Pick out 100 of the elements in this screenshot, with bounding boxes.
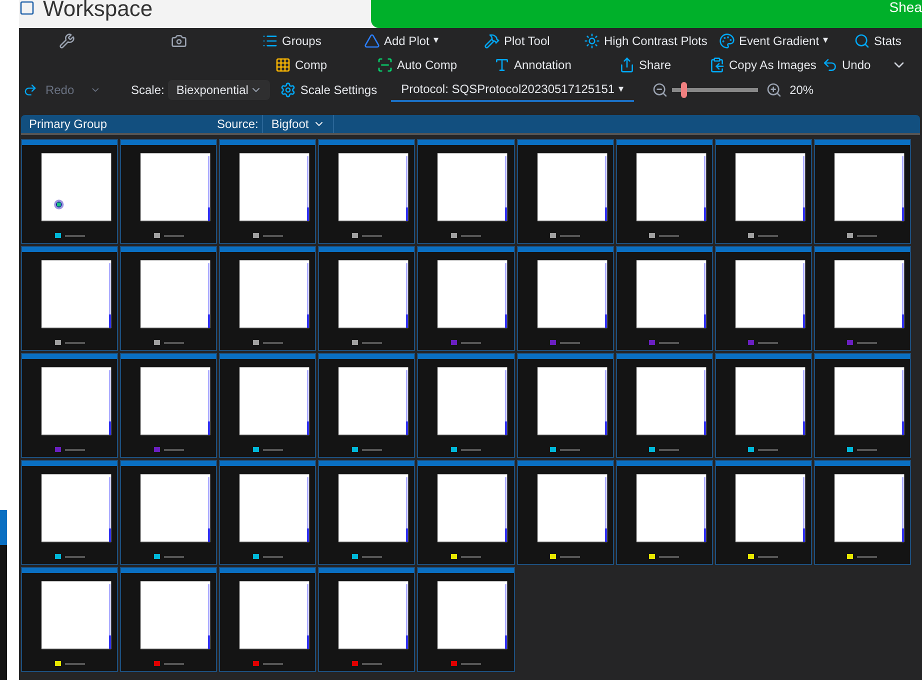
plot-card[interactable] [318, 567, 416, 672]
legend-line [460, 342, 481, 344]
legend-line [262, 448, 283, 450]
legend-line [64, 234, 85, 236]
plot-card[interactable] [516, 139, 614, 244]
plot-card[interactable] [21, 246, 118, 351]
toolbar-button[interactable]: Plot Tool [484, 32, 550, 50]
magnifier-icon [854, 32, 870, 48]
plot-card[interactable] [21, 567, 118, 672]
plot-card[interactable] [318, 139, 416, 244]
legend-line [659, 342, 680, 344]
sun-icon [584, 32, 600, 48]
toolbar-button[interactable]: Add Plot ▾ [364, 32, 438, 50]
legend-line [64, 556, 85, 558]
plot-card[interactable] [120, 246, 218, 351]
legend-line [460, 448, 481, 450]
plot-card[interactable] [814, 353, 911, 458]
plot-card[interactable] [616, 460, 713, 565]
plot-card[interactable] [318, 353, 416, 458]
source-label: Source: [217, 116, 258, 133]
legend-line [164, 448, 184, 450]
plot-card[interactable] [516, 246, 614, 351]
plot-card[interactable] [616, 139, 713, 244]
legend-line [362, 342, 382, 344]
plot-card[interactable] [714, 460, 812, 565]
plot-card[interactable] [616, 353, 713, 458]
scale-label: Scale: [131, 82, 164, 99]
legend-line [262, 342, 283, 344]
window-icon [19, 0, 35, 16]
toolbar-button[interactable]: Copy As Images [709, 56, 816, 74]
plot-card[interactable] [417, 246, 515, 351]
legend-line [362, 448, 382, 450]
zoom-in-icon[interactable] [766, 82, 782, 98]
legend-line [857, 556, 878, 558]
legend-line [560, 234, 580, 236]
slider-thumb[interactable] [681, 82, 688, 98]
zoom-out-icon[interactable] [652, 82, 668, 98]
toolbar-button[interactable]: High Contrast Plots [584, 32, 708, 50]
toolbar-button[interactable]: Groups [262, 32, 322, 50]
plot-card[interactable] [417, 353, 515, 458]
legend-line [262, 556, 283, 558]
legend-line [164, 342, 184, 344]
plot-card[interactable] [417, 567, 515, 672]
plot-card[interactable] [714, 246, 812, 351]
plot-card[interactable] [21, 460, 118, 565]
toolbar-button[interactable]: Stats [854, 32, 902, 50]
legend-line [164, 662, 184, 664]
toolbar-button[interactable]: Event Gradient ▾ [719, 32, 828, 50]
legend-line [857, 342, 878, 344]
legend-line [64, 342, 85, 344]
plot-card[interactable] [814, 460, 911, 565]
toolbar-button[interactable]: Comp [275, 56, 328, 74]
toolbar-button[interactable]: Share [619, 56, 672, 74]
plot-card[interactable] [219, 567, 316, 672]
legend-line [758, 448, 778, 450]
plot-card[interactable] [417, 460, 515, 565]
plot-card[interactable] [417, 139, 515, 244]
plot-card[interactable] [219, 246, 316, 351]
settings-icon [280, 82, 296, 98]
plot-card[interactable] [120, 460, 218, 565]
legend-line [659, 556, 680, 558]
plot-card[interactable] [814, 139, 911, 244]
plot-card[interactable] [516, 353, 614, 458]
palette-icon [719, 32, 735, 48]
group-title: Primary Group [29, 116, 108, 133]
plot-card[interactable] [120, 139, 218, 244]
protocol-dropdown[interactable]: Protocol: SQSProtocol20230517125151 ▾ [391, 78, 634, 102]
plot-card[interactable] [219, 353, 316, 458]
legend-line [857, 448, 878, 450]
plot-card[interactable] [219, 139, 316, 244]
scale-dropdown[interactable]: Biexponential [168, 80, 270, 100]
text-icon [494, 57, 510, 73]
legend-line [460, 556, 481, 558]
plot-card[interactable] [120, 567, 218, 672]
plot-card[interactable] [21, 353, 118, 458]
legend-line [659, 448, 680, 450]
camera-button[interactable] [171, 32, 187, 48]
plot-card[interactable] [21, 139, 118, 244]
plot-card[interactable] [219, 460, 316, 565]
plot-card[interactable] [814, 246, 911, 351]
plot-card[interactable] [318, 460, 416, 565]
plot-card[interactable] [516, 460, 614, 565]
undo-icon [822, 57, 838, 73]
plot-card[interactable] [714, 139, 812, 244]
source-dropdown[interactable]: Bigfoot [262, 115, 334, 133]
tools-button[interactable] [59, 32, 75, 48]
toolbar-button[interactable]: Undo [822, 56, 871, 74]
toolbar-button[interactable]: Auto Comp [377, 56, 458, 74]
legend-line [262, 234, 283, 236]
notification-banner: Shea [371, 0, 922, 28]
tools-icon [59, 32, 75, 48]
legend-line [857, 234, 878, 236]
plot-card[interactable] [120, 353, 218, 458]
plot-card[interactable] [714, 353, 812, 458]
plot-card[interactable] [318, 246, 416, 351]
clipboard-icon [709, 57, 725, 73]
toolbar-button[interactable]: Annotation [494, 56, 572, 74]
scale-settings-button[interactable]: Scale Settings [280, 81, 378, 99]
legend-line [362, 662, 382, 664]
plot-card[interactable] [616, 246, 713, 351]
